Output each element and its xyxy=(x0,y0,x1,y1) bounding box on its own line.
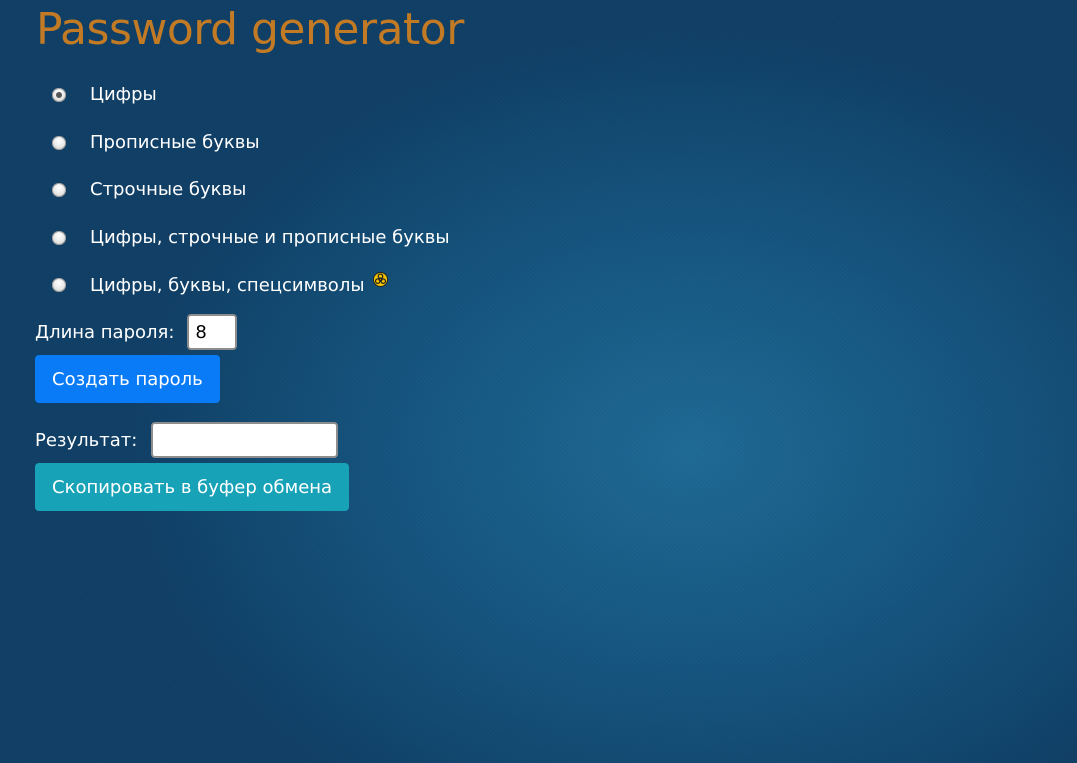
biohazard-icon xyxy=(372,271,388,287)
result-label: Результат: xyxy=(35,429,138,451)
page-title: Password generator xyxy=(36,4,464,55)
option-label: Цифры xyxy=(90,84,157,105)
option-label: Цифры, буквы, спецсимволы xyxy=(90,274,365,296)
length-input[interactable] xyxy=(187,314,238,350)
result-row: Результат: xyxy=(35,422,339,458)
radio-all-symbols[interactable] xyxy=(52,278,66,292)
copy-to-clipboard-button[interactable]: Скопировать в буфер обмена xyxy=(35,463,350,511)
option-label-wrap: Цифры, буквы, спецсимволы xyxy=(90,271,388,299)
option-label: Прописные буквы xyxy=(90,132,260,153)
radio-lowercase[interactable] xyxy=(52,183,66,197)
radio-uppercase[interactable] xyxy=(52,136,66,150)
length-row: Длина пароля: xyxy=(35,314,238,350)
generate-password-button[interactable]: Создать пароль xyxy=(35,355,220,403)
option-label: Строчные буквы xyxy=(90,179,247,200)
length-label: Длина пароля: xyxy=(35,321,175,343)
radio-mixed[interactable] xyxy=(52,231,66,245)
result-input[interactable] xyxy=(151,422,339,458)
radio-digits[interactable] xyxy=(52,88,66,102)
option-label: Цифры, строчные и прописные буквы xyxy=(90,227,450,248)
